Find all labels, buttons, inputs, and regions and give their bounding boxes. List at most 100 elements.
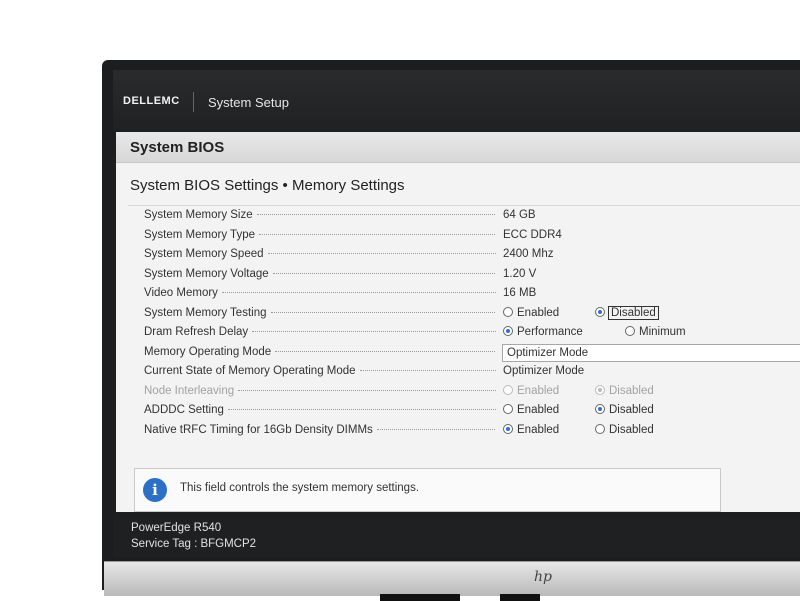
- setting-label: System Memory Testing: [144, 307, 496, 321]
- radio-minimum[interactable]: Minimum: [625, 326, 686, 338]
- setting-value: 1.20 V: [503, 267, 537, 280]
- dotted-leader: [376, 428, 496, 430]
- dotted-leader: [252, 331, 496, 332]
- setting-label-text: System Memory Testing: [144, 306, 267, 319]
- setting-label-text: Video Memory: [144, 287, 218, 299]
- radio-button-icon[interactable]: [503, 326, 513, 336]
- setting-label: System Memory Speed: [144, 248, 496, 262]
- radio-enabled[interactable]: Enabled: [503, 423, 560, 436]
- setting-label-text: System Memory Type: [144, 228, 255, 241]
- setting-row[interactable]: Memory Operating Mode Optimizer Mode: [128, 343, 800, 363]
- radio-button-icon: [595, 384, 605, 395]
- setting-label-text: Memory Operating Mode: [144, 345, 272, 358]
- content-panel: System BIOS System BIOS Settings • Memor…: [116, 132, 800, 512]
- radio-button-icon[interactable]: [503, 404, 513, 414]
- dotted-leader: [275, 350, 496, 352]
- help-text: This field controls the system memory se…: [180, 482, 420, 494]
- setting-value: 64 GB: [503, 209, 536, 221]
- setting-label: Video Memory: [144, 287, 496, 301]
- setting-label-text: System Memory Speed: [144, 248, 264, 260]
- radio-button-icon: [503, 384, 513, 395]
- dotted-leader: [227, 409, 496, 410]
- radio-label: Disabled: [609, 404, 654, 416]
- settings-list: System Memory Size 64 GB System Memory Typ…: [128, 205, 800, 440]
- dotted-leader: [267, 253, 496, 254]
- setting-row[interactable]: ADDDC Setting Enabled Disabled: [128, 401, 800, 421]
- setting-value: ECC DDR4: [503, 228, 562, 241]
- setting-label: System Memory Type: [144, 229, 496, 243]
- setting-label: System Memory Voltage: [144, 268, 496, 282]
- setting-label: ADDDC Setting: [144, 404, 496, 418]
- setting-row[interactable]: System Memory Type ECC DDR4: [128, 226, 800, 246]
- radio-label: Performance: [517, 326, 583, 338]
- dotted-leader: [256, 214, 496, 215]
- radio-label: Minimum: [639, 326, 686, 338]
- bios-screen: DELLEMC System Setup System BIOS System …: [113, 70, 800, 557]
- dotted-leader: [259, 233, 496, 235]
- setting-value: Optimizer Mode: [503, 365, 585, 377]
- setting-label-text: Dram Refresh Delay: [144, 326, 249, 338]
- radio-enabled: Enabled: [503, 384, 560, 397]
- setting-row: Node Interleaving Enabled Disabled: [128, 382, 800, 402]
- hp-logo: hp: [534, 569, 552, 585]
- setting-row[interactable]: System Memory Testing Enabled Disabled: [128, 304, 800, 324]
- radio-enabled[interactable]: Enabled: [503, 404, 559, 416]
- setting-row[interactable]: Video Memory 16 MB: [128, 284, 800, 304]
- page-title: System BIOS: [130, 139, 225, 156]
- radio-disabled[interactable]: Disabled: [595, 423, 654, 436]
- setting-value: 16 MB: [503, 287, 537, 299]
- radio-label: Enabled: [517, 306, 560, 319]
- radio-label: Enabled: [517, 384, 560, 397]
- radio-button-icon[interactable]: [595, 423, 605, 434]
- monitor-stand-right: [500, 594, 540, 601]
- memory-mode-select[interactable]: Optimizer Mode: [502, 343, 800, 362]
- setting-label: Native tRFC Timing for 16Gb Density DIMM…: [144, 424, 496, 438]
- radio-button-icon[interactable]: [595, 306, 605, 317]
- setting-row[interactable]: Native tRFC Timing for 16Gb Density DIMM…: [128, 421, 800, 441]
- setting-row[interactable]: System Memory Size 64 GB: [128, 206, 800, 226]
- radio-label: Disabled: [608, 305, 659, 320]
- section-title: System BIOS Settings • Memory Settings: [130, 177, 405, 194]
- radio-disabled: Disabled: [595, 384, 654, 397]
- radio-button-icon[interactable]: [503, 306, 513, 317]
- setting-label-text: ADDDC Setting: [144, 404, 224, 416]
- service-tag: Service Tag : BFGMCP2: [131, 538, 257, 550]
- radio-label: Enabled: [517, 423, 560, 436]
- setting-label-text: Current State of Memory Operating Mode: [144, 365, 356, 377]
- radio-disabled[interactable]: Disabled: [595, 404, 654, 416]
- radio-button-icon[interactable]: [625, 326, 635, 336]
- top-bar: DELLEMC System Setup: [113, 70, 800, 130]
- help-box: i This field controls the system memory …: [134, 468, 721, 512]
- radio-performance[interactable]: Performance: [503, 326, 583, 338]
- radio-label: Disabled: [609, 384, 654, 397]
- setting-row[interactable]: System Memory Voltage 1.20 V: [128, 265, 800, 285]
- setting-value: 2400 Mhz: [503, 248, 554, 260]
- setting-label: Current State of Memory Operating Mode: [144, 365, 496, 379]
- setting-label: System Memory Size: [144, 209, 496, 223]
- radio-label: Disabled: [609, 423, 654, 436]
- info-icon: i: [143, 478, 167, 502]
- panel-header: System BIOS: [116, 132, 800, 163]
- setting-label: Memory Operating Mode: [144, 346, 496, 360]
- setting-label-text: System Memory Size: [144, 209, 253, 221]
- dotted-leader: [270, 311, 496, 313]
- footer-bar: PowerEdge R540 Service Tag : BFGMCP2: [113, 517, 800, 557]
- radio-button-icon[interactable]: [595, 404, 605, 414]
- dotted-leader: [221, 292, 496, 293]
- monitor-stand-left: [380, 594, 460, 601]
- app-title: System Setup: [208, 95, 289, 110]
- radio-disabled[interactable]: Disabled: [595, 305, 659, 320]
- model-name: PowerEdge R540: [131, 522, 222, 534]
- setting-row[interactable]: Current State of Memory Operating Mode Op…: [128, 362, 800, 382]
- radio-button-icon[interactable]: [503, 423, 513, 434]
- dotted-leader: [272, 272, 496, 274]
- setting-label-text: Native tRFC Timing for 16Gb Density DIMM…: [144, 423, 373, 436]
- setting-label-text: System Memory Voltage: [144, 267, 269, 280]
- dotted-leader: [359, 370, 496, 371]
- setting-row[interactable]: Dram Refresh Delay Performance Minimum: [128, 323, 800, 343]
- setting-row[interactable]: System Memory Speed 2400 Mhz: [128, 245, 800, 265]
- header-divider: [193, 92, 194, 112]
- radio-enabled[interactable]: Enabled: [503, 306, 560, 319]
- setting-label-text: Node Interleaving: [144, 384, 235, 397]
- dell-emc-logo: DELLEMC: [123, 95, 180, 107]
